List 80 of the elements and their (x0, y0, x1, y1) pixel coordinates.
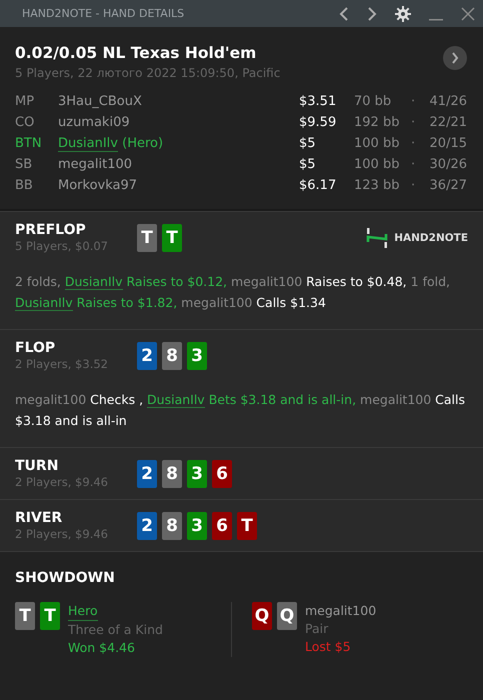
playing-card: 8 (162, 342, 182, 370)
playing-card: 3 (187, 342, 207, 370)
result-amount: Won $4.46 (68, 639, 135, 657)
playing-card: T (237, 512, 257, 540)
player-name: 3Hau_CBouX (58, 94, 142, 109)
position-label: BB (15, 178, 34, 193)
action-text: megalit100 Checks , DusianIlv Bets $3.18 and is all-in, megalit100 Calls $3.18 and is all-in (15, 391, 466, 430)
stack-amount: $5 (299, 136, 317, 151)
logo-icon (366, 228, 388, 248)
street-info: 2 Players, $9.46 (15, 475, 109, 489)
result-amount: Lost $5 (305, 638, 351, 656)
player-name: Morkovka97 (58, 178, 138, 193)
position-label: SB (15, 157, 34, 172)
stack-amount: $6.17 (299, 178, 338, 193)
separator-dot: · (411, 115, 416, 130)
separator-dot: · (411, 136, 416, 151)
playing-card: 2 (137, 460, 157, 488)
position-label: BTN (15, 136, 43, 151)
stack-amount: $3.51 (299, 94, 338, 109)
close-icon[interactable] (461, 6, 475, 20)
street-info: 5 Players, $0.07 (15, 239, 109, 253)
stack-bb: 100 bb (354, 157, 400, 172)
hand-subtitle: 5 Players, 22 лютого 2022 15:09:50, Pacific (15, 66, 280, 80)
street-info: 2 Players, $9.46 (15, 527, 109, 541)
settings-icon[interactable] (395, 6, 411, 22)
logo-text: HAND2NOTE (394, 232, 468, 244)
separator-dot: · (411, 157, 416, 172)
hand-rank: Three of a Kind (68, 621, 163, 639)
next-button[interactable] (443, 46, 467, 70)
street-name: TURN (15, 458, 60, 474)
stack-bb: 100 bb (354, 136, 400, 151)
separator-dot: · (411, 178, 416, 193)
player-name: megalit100 (305, 602, 376, 620)
street-name: RIVER (15, 510, 64, 526)
playing-card: 6 (212, 460, 232, 488)
playing-card: 8 (162, 460, 182, 488)
playing-card: 3 (187, 460, 207, 488)
player-link[interactable]: DusianIlv (15, 295, 73, 311)
hand-title: 0.02/0.05 NL Texas Hold'em (15, 44, 258, 62)
separator-dot: · (411, 94, 416, 109)
stack-bb: 70 bb (354, 94, 392, 109)
playing-card: Q (277, 602, 297, 630)
playing-card: T (40, 602, 60, 630)
player-stats: 22/21 (428, 115, 467, 130)
player-stats: 41/26 (428, 94, 467, 109)
back-icon[interactable] (339, 6, 349, 20)
player-stats: 30/26 (428, 157, 467, 172)
playing-card: Q (252, 602, 272, 630)
position-label: MP (15, 94, 36, 109)
hero-tag: (Hero) (118, 136, 164, 152)
player-stats: 36/27 (428, 178, 467, 193)
playing-card: 8 (162, 512, 182, 540)
player-link[interactable]: DusianIlv (147, 392, 205, 408)
player-link[interactable]: Hero (68, 602, 98, 621)
player-name: uzumaki09 (58, 115, 130, 130)
stack-amount: $9.59 (299, 115, 338, 130)
action-text: 2 folds, DusianIlv Raises to $0.12, megalit100 Raises to $0.48, 1 fold, DusianIlv Raises to $1.82, megalit100 Calls $1.34 (15, 273, 451, 313)
window-title: HAND2NOTE - HAND DETAILS (22, 7, 184, 20)
playing-card: 2 (137, 342, 157, 370)
chevron-right-icon (451, 52, 459, 64)
position-label: CO (15, 115, 36, 130)
stack-bb: 123 bb (354, 178, 400, 193)
playing-card: 2 (137, 512, 157, 540)
hand-rank: Pair (305, 620, 328, 638)
player-stats: 20/15 (428, 136, 467, 151)
forward-icon[interactable] (367, 6, 377, 20)
playing-card: 6 (212, 512, 232, 540)
stack-amount: $5 (299, 157, 317, 172)
street-name: PREFLOP (15, 222, 87, 238)
stack-bb: 192 bb (354, 115, 400, 130)
street-name: FLOP (15, 340, 56, 356)
street-info: 2 Players, $3.52 (15, 357, 109, 371)
player-link[interactable]: DusianIlv (58, 136, 118, 152)
playing-card: 3 (187, 512, 207, 540)
playing-card: T (162, 224, 182, 252)
player-name: megalit100 (58, 157, 132, 172)
player-link[interactable]: DusianIlv (64, 274, 123, 290)
playing-card: T (15, 602, 35, 630)
playing-card: T (137, 224, 157, 252)
showdown-title: SHOWDOWN (15, 570, 116, 586)
